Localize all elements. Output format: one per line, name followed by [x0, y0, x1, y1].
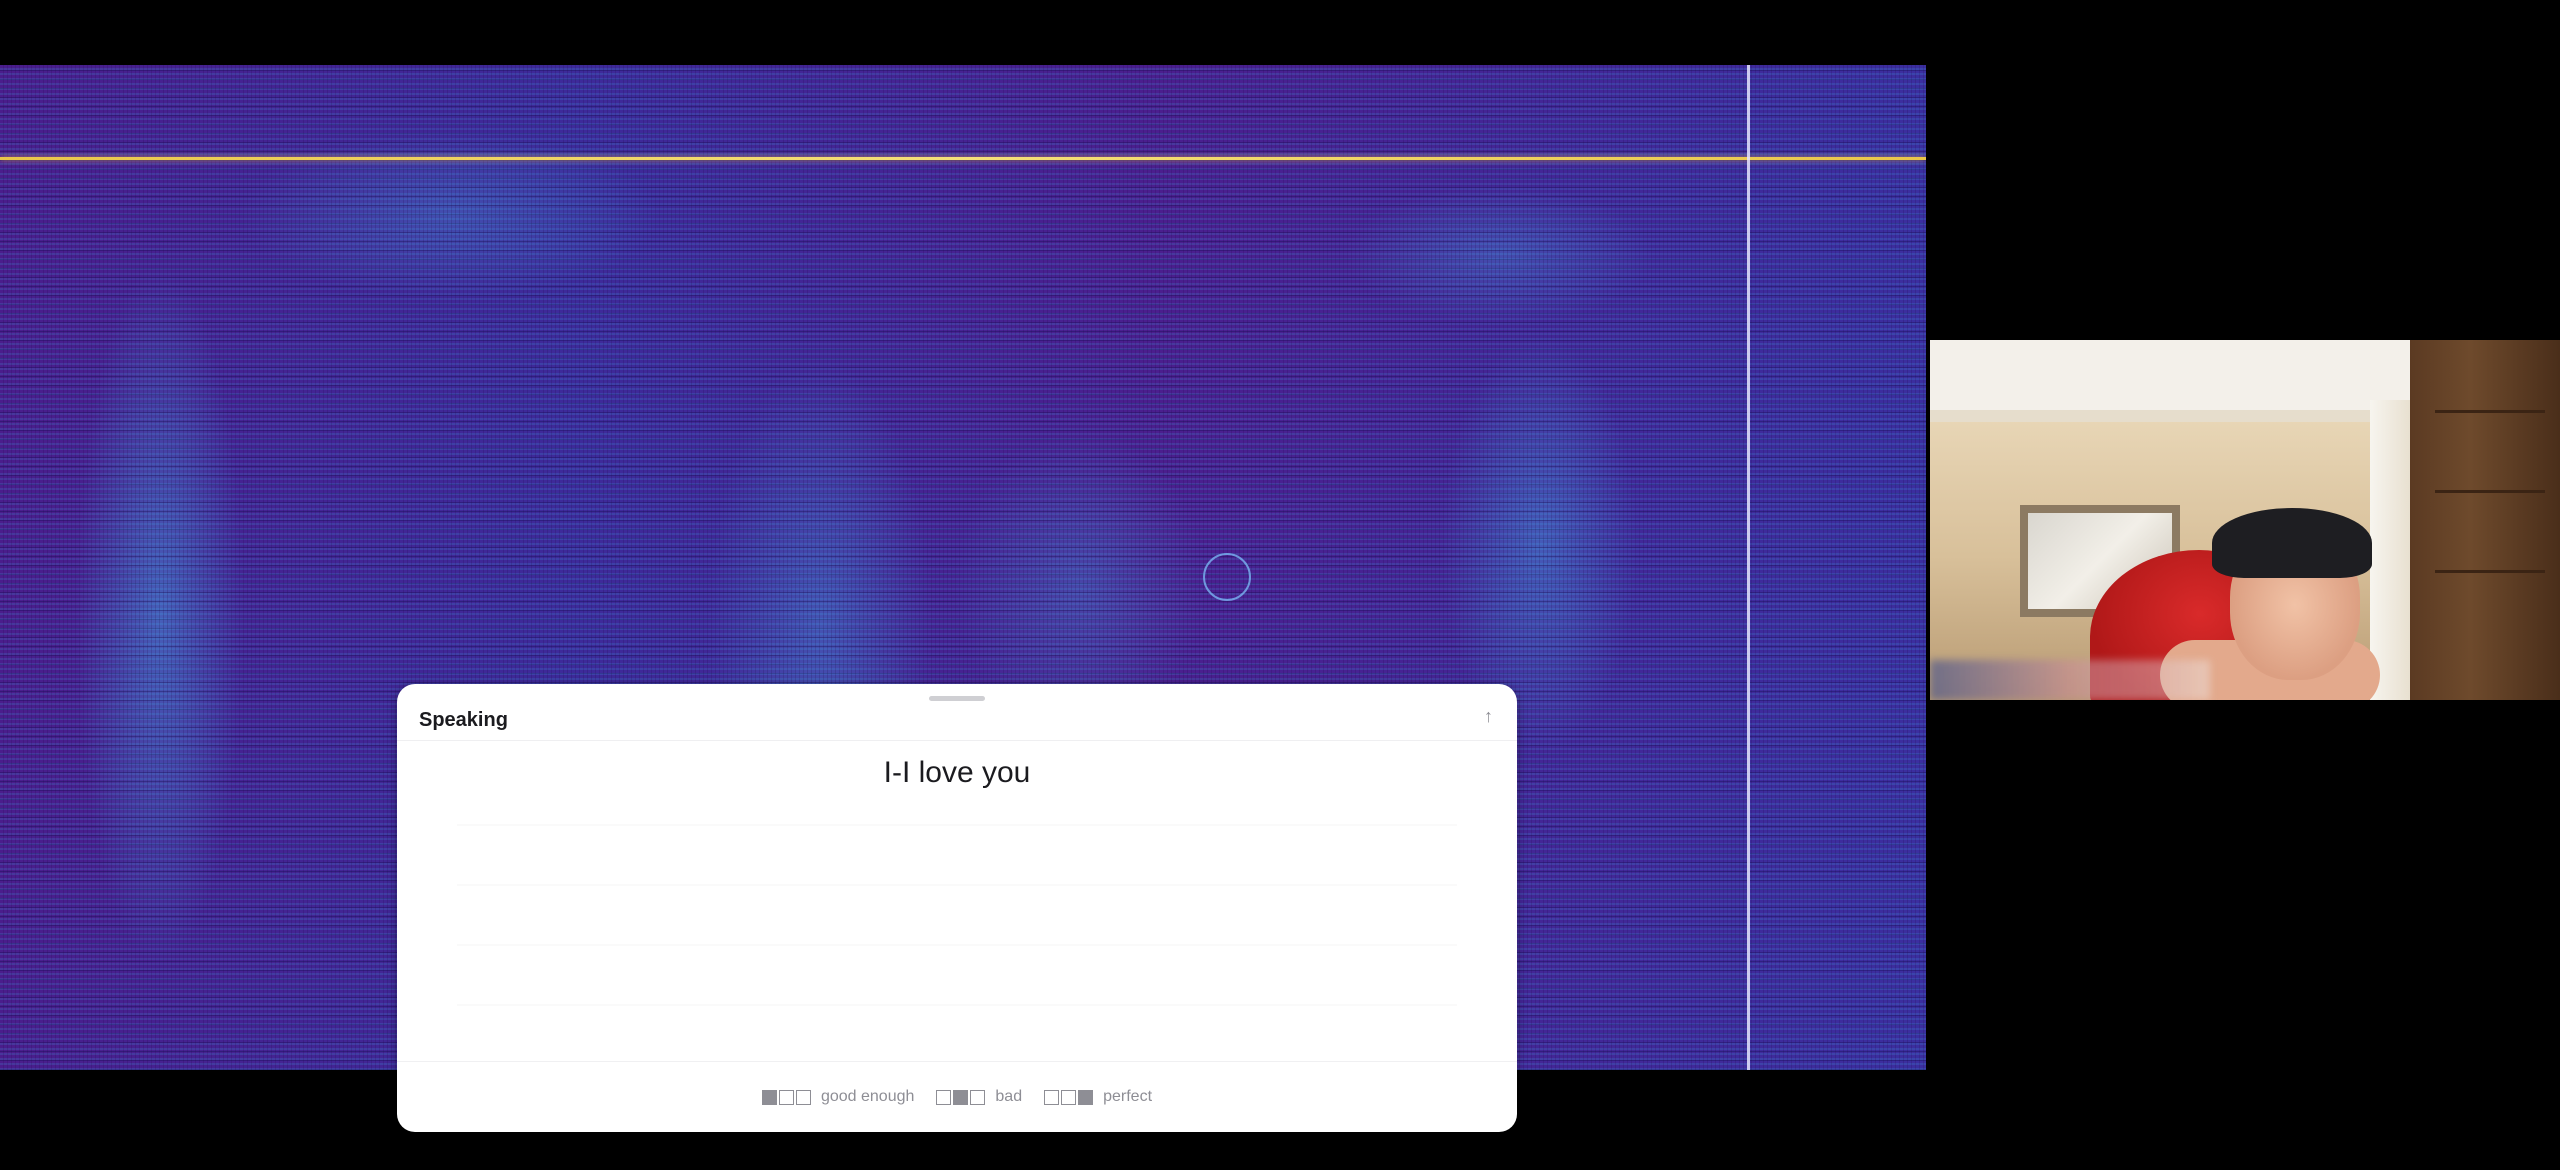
rating-perfect-icon — [1044, 1089, 1094, 1105]
video-person-cap — [2212, 508, 2372, 578]
rating-bad-icon — [936, 1089, 986, 1105]
rating-label: perfect — [1103, 1088, 1153, 1105]
panel-header: Speaking ↑ — [397, 684, 1517, 741]
rating-bar: good enough bad perfect — [397, 1061, 1517, 1132]
rating-perfect-button[interactable]: perfect — [1044, 1088, 1152, 1106]
video-feed — [1930, 340, 2560, 700]
video-window — [2370, 400, 2410, 700]
drag-handle[interactable] — [929, 696, 985, 701]
rating-bad-button[interactable]: bad — [936, 1088, 1022, 1106]
playhead-line[interactable] — [1747, 65, 1750, 1070]
video-blurred-caption — [1930, 660, 2210, 700]
video-bookshelf — [2410, 340, 2560, 700]
transcription-panel: Speaking ↑ I-I love you good enough bad … — [397, 684, 1517, 1132]
panel-title: Speaking — [419, 709, 508, 731]
rating-good-enough-icon — [761, 1089, 811, 1105]
rating-label: good enough — [820, 1088, 915, 1105]
frequency-marker-line — [0, 157, 1926, 160]
arrow-up-icon[interactable]: ↑ — [1484, 706, 1493, 727]
panel-faded-content — [457, 824, 1457, 1024]
presentation-stage: Speaking ↑ I-I love you good enough bad … — [0, 0, 2560, 1170]
cursor-ring-icon — [1203, 553, 1251, 601]
rating-label: bad — [995, 1088, 1023, 1105]
transcript-text: I-I love you — [883, 756, 1031, 789]
rating-good-enough-button[interactable]: good enough — [761, 1088, 915, 1106]
